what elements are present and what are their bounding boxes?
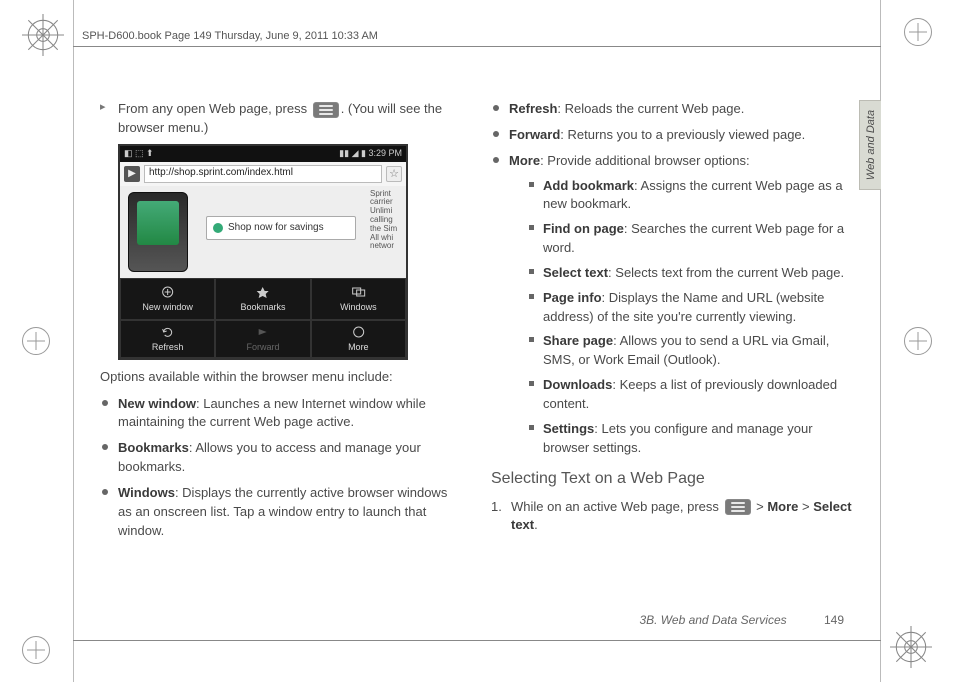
menu-key-icon xyxy=(725,499,751,515)
sub-share-page: Share page: Allows you to send a URL via… xyxy=(527,332,854,370)
sub-add-bookmark: Add bookmark: Assigns the current Web pa… xyxy=(527,177,854,215)
step-1: 1. While on an active Web page, press > … xyxy=(491,498,854,536)
url-bar-row: ▶ http://shop.sprint.com/index.html ☆ xyxy=(120,162,406,186)
right-column: Refresh: Reloads the current Web page. F… xyxy=(491,100,854,592)
sub-find-on-page: Find on page: Searches the current Web p… xyxy=(527,220,854,258)
sub-downloads: Downloads: Keeps a list of previously do… xyxy=(527,376,854,414)
page-content-preview: Shop now for savings Sprint carrier Unli… xyxy=(120,186,406,278)
item-more: More: Provide additional browser options… xyxy=(491,152,854,458)
step-more: More xyxy=(767,499,798,514)
menu-bookmarks: Bookmarks xyxy=(215,278,310,320)
more-subitems: Add bookmark: Assigns the current Web pa… xyxy=(527,177,854,458)
subhead-selecting-text: Selecting Text on a Web Page xyxy=(491,470,854,488)
sub-page-info: Page info: Displays the Name and URL (we… xyxy=(527,289,854,327)
item-windows: Windows: Displays the currently active b… xyxy=(100,484,463,541)
browser-menu-row2: Refresh Forward More xyxy=(120,320,406,358)
refresh-icon xyxy=(121,325,214,339)
section-thumb-tab: Web and Data xyxy=(859,100,881,190)
menu-more: More xyxy=(311,320,406,358)
browser-menu-row1: New window Bookmarks Windows xyxy=(120,278,406,320)
menu-refresh: Refresh xyxy=(120,320,215,358)
status-left-icons: ◧ ⬚ ⬆ xyxy=(124,148,154,159)
crop-line xyxy=(73,0,74,682)
step-number: 1. xyxy=(491,498,502,517)
status-signal-icon: ▮▮ ◢ ▮ xyxy=(339,148,366,158)
registration-rosette-icon xyxy=(22,14,64,56)
right-top-items: Refresh: Reloads the current Web page. F… xyxy=(491,100,854,458)
status-time: 3:29 PM xyxy=(368,148,402,158)
page-footer: 3B. Web and Data Services 149 xyxy=(639,613,844,627)
menu-key-icon xyxy=(313,102,339,118)
step-gt2: > xyxy=(798,499,813,514)
page-body: From any open Web page, press . (You wil… xyxy=(100,100,854,592)
registration-mark-icon xyxy=(22,327,50,355)
footer-section: 3B. Web and Data Services xyxy=(639,613,786,627)
pdf-header-line: SPH-D600.book Page 149 Thursday, June 9,… xyxy=(82,30,378,42)
item-new-window: New window: Launches a new Internet wind… xyxy=(100,395,463,433)
footer-page-number: 149 xyxy=(824,613,844,627)
crop-rule-top xyxy=(73,46,881,47)
product-image xyxy=(128,192,188,272)
registration-mark-icon xyxy=(904,18,932,46)
registration-rosette-icon xyxy=(890,626,932,668)
plus-circle-icon xyxy=(121,285,214,299)
section-thumb-label: Web and Data xyxy=(865,110,877,180)
sub-settings: Settings: Lets you configure and manage … xyxy=(527,420,854,458)
sub-select-text: Select text: Selects text from the curre… xyxy=(527,264,854,283)
intro-prefix: From any open Web page, press xyxy=(118,101,311,116)
item-refresh: Refresh: Reloads the current Web page. xyxy=(491,100,854,119)
registration-mark-icon xyxy=(904,327,932,355)
windows-icon xyxy=(312,285,405,299)
menu-windows: Windows xyxy=(311,278,406,320)
menu-forward: Forward xyxy=(215,320,310,358)
step-end: . xyxy=(534,517,538,532)
menu-new-window: New window xyxy=(120,278,215,320)
left-column: From any open Web page, press . (You wil… xyxy=(100,100,463,592)
intro-step: From any open Web page, press . (You wil… xyxy=(100,100,463,138)
forward-arrow-icon xyxy=(216,325,309,339)
item-forward: Forward: Returns you to a previously vie… xyxy=(491,126,854,145)
steps-list: 1. While on an active Web page, press > … xyxy=(491,498,854,536)
step-text-a: While on an active Web page, press xyxy=(511,499,723,514)
url-field: http://shop.sprint.com/index.html xyxy=(144,165,382,183)
options-intro-text: Options available within the browser men… xyxy=(100,368,463,387)
left-items: New window: Launches a new Internet wind… xyxy=(100,395,463,541)
statusbar: ◧ ⬚ ⬆ ▮▮ ◢ ▮ 3:29 PM xyxy=(120,146,406,162)
star-icon xyxy=(216,285,309,299)
registration-mark-icon xyxy=(22,636,50,664)
bookmark-star-icon: ☆ xyxy=(386,166,402,182)
clipped-sidebar-text: Sprint carrier Unlimi calling the Sim Al… xyxy=(370,190,406,252)
crop-rule-bottom xyxy=(73,640,881,641)
promo-banner: Shop now for savings xyxy=(206,216,356,240)
more-circle-icon xyxy=(312,325,405,339)
step-gt1: > xyxy=(753,499,768,514)
item-bookmarks: Bookmarks: Allows you to access and mana… xyxy=(100,439,463,477)
site-icon: ▶ xyxy=(124,166,140,182)
browser-menu-screenshot: ◧ ⬚ ⬆ ▮▮ ◢ ▮ 3:29 PM ▶ http://shop.sprin… xyxy=(118,144,408,360)
